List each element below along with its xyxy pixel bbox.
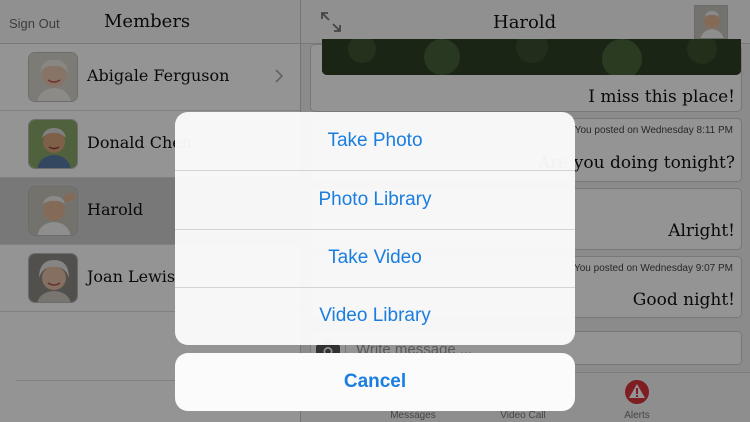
photo-library-button[interactable]: Photo Library	[175, 171, 575, 229]
video-library-button[interactable]: Video Library	[175, 287, 575, 345]
action-sheet: Take Photo Photo Library Take Video Vide…	[175, 112, 575, 345]
cancel-button[interactable]: Cancel	[175, 353, 575, 411]
take-video-button[interactable]: Take Video	[175, 229, 575, 287]
take-photo-button[interactable]: Take Photo	[175, 112, 575, 170]
